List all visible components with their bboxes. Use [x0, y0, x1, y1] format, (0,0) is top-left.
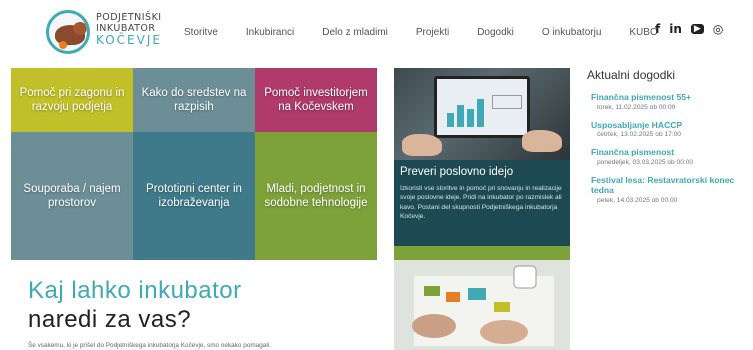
nav-item-delo-z-mladimi[interactable]: Delo z mladimi — [322, 27, 388, 38]
workshop-photo — [394, 246, 570, 350]
promo-text: Izkoristi vse storitve in pomoč pri snov… — [400, 185, 562, 221]
event-title[interactable]: Festival lesa: Restavratorski konec tedn… — [591, 175, 753, 196]
nav-item-storitve[interactable]: Storitve — [184, 27, 218, 38]
tile-label: Souporaba / najem prostorov — [23, 183, 121, 209]
bear-logo-icon — [46, 10, 90, 54]
tile-pomoc-investitorjem[interactable]: Pomoč investitorjem na Kočevskem — [255, 68, 377, 132]
social-links: f in ▶ ◎ — [655, 22, 723, 36]
nav-item-dogodki[interactable]: Dogodki — [477, 27, 514, 38]
tile-label: Kako do sredstev na razpisih — [141, 87, 247, 113]
event-title[interactable]: Finančna pismenost — [591, 147, 753, 158]
event-date: četrtek, 13.02.2025 ob 17:00 — [597, 131, 681, 138]
tile-label: Pomoč pri zagonu in razvoju podjetja — [19, 87, 125, 113]
logo-text: PODJETNIŠKI INKUBATOR KOČEVJE — [96, 12, 162, 47]
events-sidebar: Aktualni dogodki Finančna pismenost 55+ … — [587, 68, 753, 213]
tile-prototipni-center[interactable]: Prototipni center in izobraževanja — [133, 132, 255, 260]
nav-item-projekti[interactable]: Projekti — [416, 27, 449, 38]
main-nav: Storitve Inkubiranci Delo z mladimi Proj… — [184, 27, 658, 38]
instagram-icon[interactable]: ◎ — [713, 22, 723, 36]
tile-mladi-podjetnost[interactable]: Mladi, podjetnost in sodobne tehnologije — [255, 132, 377, 260]
tile-souporaba-prostorov[interactable]: Souporaba / najem prostorov — [11, 132, 133, 260]
event-item[interactable]: Festival lesa: Restavratorski konec tedn… — [587, 175, 753, 204]
hero-title-line-1: Kaj lahko inkubator — [28, 277, 242, 304]
youtube-icon[interactable]: ▶ — [690, 24, 704, 34]
tile-sredstva-razpisi[interactable]: Kako do sredstev na razpisih — [133, 68, 255, 132]
event-title[interactable]: Finančna pismenost 55+ — [591, 92, 753, 103]
event-title[interactable]: Usposabljanje HACCP — [591, 120, 753, 131]
tile-pomoc-pri-zagonu[interactable]: Pomoč pri zagonu in razvoju podjetja — [11, 68, 133, 132]
nav-item-o-inkubatorju[interactable]: O inkubatorju — [542, 27, 601, 38]
linkedin-icon[interactable]: in — [669, 22, 682, 36]
event-date: ponedeljek, 03.03.2025 ob 00:00 — [597, 158, 694, 166]
tile-label: Mladi, podjetnost in sodobne tehnologije — [264, 183, 368, 209]
event-item[interactable]: Usposabljanje HACCP četrtek, 13.02.2025 … — [587, 120, 753, 139]
nav-item-kubo[interactable]: KUBO — [629, 27, 657, 38]
tile-label: Prototipni center in izobraževanja — [146, 183, 242, 209]
event-item[interactable]: Finančna pismenost 55+ torek, 11.02.2025… — [587, 92, 753, 111]
event-item[interactable]: Finančna pismenost ponedeljek, 03.03.202… — [587, 147, 753, 166]
promo-card[interactable]: Preveri poslovno idejo Izkoristi vse sto… — [394, 68, 570, 350]
tile-label: Pomoč investitorjem na Kočevskem — [264, 87, 368, 113]
logo[interactable]: PODJETNIŠKI INKUBATOR KOČEVJE — [46, 8, 166, 56]
hero-title-line-2: naredi za vas? — [28, 306, 192, 333]
event-date: torek, 11.02.2025 ob 00:00 — [597, 103, 676, 111]
promo-title: Preveri poslovno idejo — [400, 166, 514, 178]
logo-line-1: PODJETNIŠKI — [96, 12, 162, 23]
hero-subtitle: Še vsakemu, ki je prišel do Podjetniškeg… — [28, 342, 271, 349]
event-date: petek, 14.03.2025 ob 00:00 — [597, 196, 678, 204]
nav-item-inkubiranci[interactable]: Inkubiranci — [246, 27, 294, 38]
site-header: PODJETNIŠKI INKUBATOR KOČEVJE Storitve I… — [0, 0, 753, 62]
events-heading: Aktualni dogodki — [587, 68, 676, 82]
facebook-icon[interactable]: f — [655, 22, 660, 36]
logo-line-3: KOČEVJE — [96, 33, 162, 47]
laptop-photo — [394, 68, 570, 160]
services-grid: Pomoč pri zagonu in razvoju podjetja Kak… — [11, 68, 377, 260]
